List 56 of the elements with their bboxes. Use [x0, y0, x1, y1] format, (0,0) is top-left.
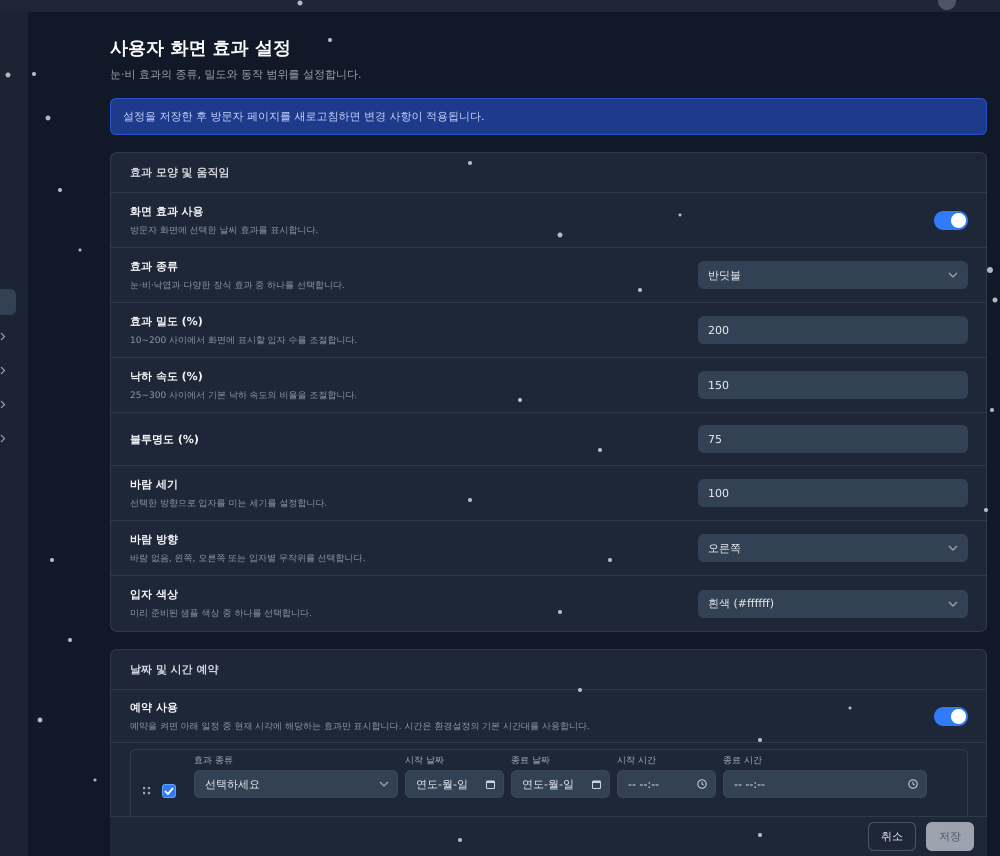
input-field[interactable]: 100	[698, 479, 968, 507]
input-field[interactable]: 200	[698, 316, 968, 344]
time-field[interactable]: -- --:--	[723, 770, 927, 798]
setting-description: 선택한 방향으로 입자를 미는 세기를 설정합니다.	[130, 498, 328, 510]
setting-description: 10~200 사이에서 화면에 표시할 입자 수를 조절합니다.	[130, 334, 358, 346]
setting-label: 효과 밀도 (%)	[130, 314, 204, 328]
setting-label: 입자 색상	[130, 587, 179, 602]
setting-label: 바람 방향	[130, 532, 179, 546]
select-field[interactable]: 흰색 (#ffffff)	[698, 590, 968, 618]
select-field[interactable]: 오른쪽	[698, 534, 968, 562]
chevron-right-icon	[0, 400, 6, 408]
setting-label: 화면 효과 사용	[130, 204, 205, 218]
setting-description: 바람 없음, 왼쪽, 오른쪽 또는 입자별 무작위를 선택합니다.	[130, 552, 366, 564]
toggle-switch[interactable]	[934, 210, 968, 230]
chevron-down-icon	[948, 545, 958, 551]
time-field[interactable]: -- --:--	[617, 770, 716, 798]
date-field[interactable]: 연도-월-일	[511, 770, 610, 798]
setting-label: 낙하 속도 (%)	[130, 368, 204, 384]
setting-label: 불투명도 (%)	[130, 432, 199, 446]
page-title: 사용자 화면 효과 설정	[110, 37, 292, 60]
setting-description: 25~300 사이에서 기본 낙하 속도의 비율을 조절합니다.	[130, 390, 358, 402]
info-banner: 설정을 저장한 후 방문자 페이지를 새로고침하면 변경 사항이 적용됩니다.	[110, 98, 987, 135]
calendar-icon	[592, 780, 601, 788]
chevron-down-icon	[948, 272, 958, 278]
date-field[interactable]: 연도-월-일	[405, 770, 504, 798]
field-label: 시작 날짜	[405, 755, 445, 767]
chevron-right-icon	[0, 332, 6, 340]
setting-label: 바람 세기	[130, 476, 179, 492]
chevron-down-icon	[948, 600, 958, 606]
input-field[interactable]: 150	[698, 371, 968, 399]
chevron-right-icon	[0, 366, 6, 374]
setting-label: 효과 종류	[130, 258, 179, 274]
checkbox[interactable]	[162, 784, 176, 798]
chevron-down-icon	[379, 781, 389, 787]
field-label: 시작 시간	[617, 755, 657, 767]
clock-icon	[908, 779, 918, 789]
setting-description: 예약을 켜면 아래 일정 중 현재 시각에 해당하는 효과만 표시합니다. 시간은 환경설정의 기본 시간대를 사용합니다.	[130, 720, 590, 732]
toggle-switch[interactable]	[934, 706, 968, 726]
input-field[interactable]: 75	[698, 425, 968, 453]
setting-description: 눈·비·낙엽과 다양한 장식 효과 중 하나를 선택합니다.	[130, 280, 345, 292]
setting-description: 미리 준비된 샘플 색상 중 하나를 선택합니다.	[130, 608, 312, 620]
clock-icon	[697, 779, 707, 789]
select-field[interactable]: 선택하세요	[194, 770, 398, 798]
field-label: 효과 종류	[194, 755, 234, 767]
section-title: 날짜 및 시간 예약	[111, 650, 986, 690]
drag-handle-icon[interactable]	[143, 787, 151, 795]
field-label: 종료 시간	[723, 755, 763, 767]
calendar-icon	[486, 780, 495, 788]
cancel-button[interactable]: 취소	[868, 822, 916, 851]
setting-description: 방문자 화면에 선택한 날씨 효과를 표시합니다.	[130, 224, 318, 236]
select-field[interactable]: 반딧불	[698, 261, 968, 289]
field-label: 종료 날짜	[511, 755, 551, 767]
page-subtitle: 눈·비 효과의 종류, 밀도와 동작 범위를 설정합니다.	[110, 67, 362, 82]
setting-label: 예약 사용	[130, 700, 179, 714]
chevron-right-icon	[0, 434, 6, 442]
section-title: 효과 모양 및 움직임	[111, 153, 986, 193]
